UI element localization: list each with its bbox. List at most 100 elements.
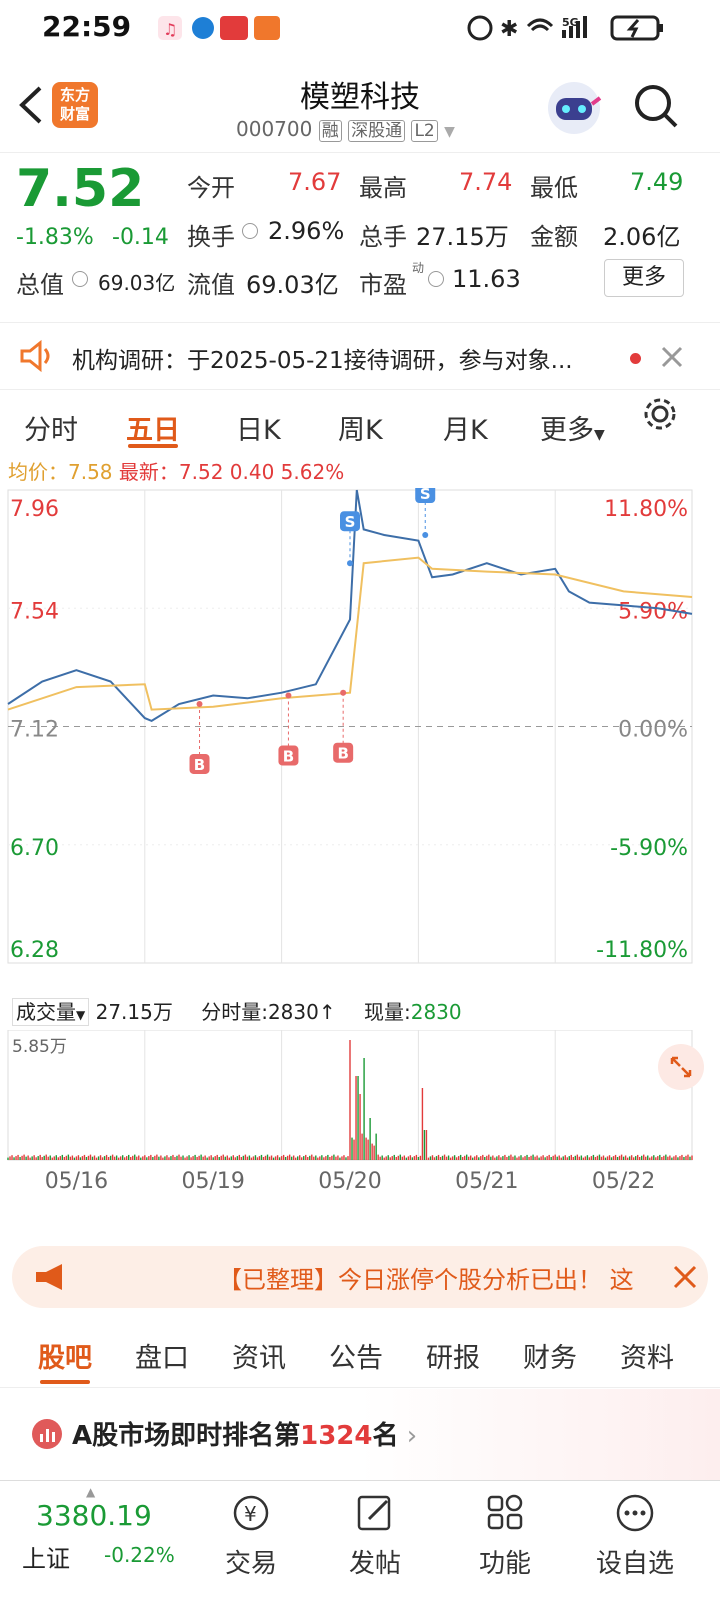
latest-change: 0.40 bbox=[229, 460, 275, 484]
index-change: -0.22% bbox=[104, 1543, 175, 1567]
tick-volume: 分时量:2830 bbox=[201, 1000, 319, 1024]
promo-banner[interactable]: 【已整理】今日涨停个股分析已出！ 这 bbox=[12, 1246, 708, 1308]
close-icon[interactable] bbox=[660, 345, 684, 369]
section-tabs: 股吧 盘口 资讯 公告 研报 财务 资料 bbox=[0, 1318, 720, 1388]
functions-button[interactable]: 功能 bbox=[450, 1491, 560, 1580]
trade-marker-label: S bbox=[345, 513, 356, 531]
trade-marker-dot bbox=[340, 689, 347, 696]
notification-icons: ♫ bbox=[158, 16, 280, 40]
low-value: 7.49 bbox=[630, 168, 684, 196]
current-price: 7.52 bbox=[16, 159, 145, 219]
x-date-label: 05/21 bbox=[455, 1169, 518, 1194]
y-right-tick: -11.80% bbox=[596, 938, 688, 963]
five-day-price-chart[interactable]: 7.96 11.80%7.54 5.90%7.12 0.00%6.70 -5.90%6.… bbox=[0, 488, 720, 988]
volume-max-label: 5.85万 bbox=[12, 1037, 67, 1057]
y-left-tick: 6.28 bbox=[10, 938, 59, 963]
open-value: 7.67 bbox=[288, 168, 342, 196]
info-icon[interactable] bbox=[242, 223, 258, 239]
volume-selector[interactable]: 成交量▼ bbox=[12, 998, 90, 1026]
tab-research[interactable]: 研报 bbox=[426, 1336, 480, 1375]
current-volume-label: 现量: bbox=[363, 1000, 411, 1024]
add-watchlist-button[interactable]: 设自选 bbox=[580, 1491, 690, 1580]
svg-text:¥: ¥ bbox=[244, 1502, 257, 1526]
x-date-label: 05/20 bbox=[318, 1169, 381, 1194]
tab-finance[interactable]: 财务 bbox=[523, 1336, 577, 1375]
connect-tag: 深股通 bbox=[348, 120, 406, 142]
amount-label: 金额 bbox=[530, 223, 578, 251]
y-right-tick: -5.90% bbox=[610, 836, 688, 861]
x-date-label: 05/19 bbox=[181, 1169, 244, 1194]
tab-five-day[interactable]: 五日 bbox=[126, 408, 180, 447]
index-name[interactable]: 上证 bbox=[22, 1539, 70, 1574]
edit-post-icon bbox=[357, 1495, 391, 1531]
volume-total: 27.15万 bbox=[95, 1000, 173, 1024]
trade-marker-dot bbox=[196, 700, 203, 707]
tab-profile[interactable]: 资料 bbox=[620, 1336, 674, 1375]
tab-intraday[interactable]: 分时 bbox=[24, 408, 78, 447]
svg-text:✱: ✱ bbox=[500, 17, 518, 42]
x-date-label: 05/22 bbox=[592, 1169, 655, 1194]
volume-label: 总手 bbox=[359, 223, 407, 251]
svg-text:♫: ♫ bbox=[163, 20, 177, 39]
current-volume: 2830 bbox=[410, 1000, 462, 1024]
pe-label: 市盈 bbox=[359, 271, 407, 299]
tab-monthly-k[interactable]: 月K bbox=[443, 408, 488, 447]
expand-button[interactable] bbox=[658, 1044, 704, 1090]
y-right-tick: 0.00% bbox=[618, 718, 688, 743]
ranking-number: 1324 bbox=[300, 1421, 373, 1451]
unread-dot bbox=[630, 353, 641, 364]
latest-value: 7.52 bbox=[178, 460, 224, 484]
status-time: 22:59 bbox=[42, 10, 132, 43]
y-left-tick: 7.12 bbox=[10, 718, 59, 743]
system-status-icons: ✱ 5G bbox=[467, 15, 663, 42]
ranking-row[interactable]: A股市场即时排名第1324名 › bbox=[0, 1389, 720, 1481]
y-left-tick: 7.54 bbox=[10, 599, 59, 624]
trade-marker-label: B bbox=[283, 748, 294, 766]
trade-marker-label: B bbox=[337, 745, 348, 763]
trade-icon: ¥ bbox=[233, 1495, 269, 1531]
bottom-bar: ▲ 3380.19 上证 -0.22% ¥ 交易 发帖 功能 设自选 bbox=[0, 1480, 720, 1612]
change-value: -0.14 bbox=[112, 225, 169, 250]
change-pct: -1.83% bbox=[16, 225, 94, 250]
volume-value: 27.15万 bbox=[416, 223, 509, 251]
search-icon[interactable] bbox=[632, 82, 680, 130]
avg-value: 7.58 bbox=[68, 460, 113, 484]
latest-pct: 5.62% bbox=[280, 460, 345, 484]
info-icon[interactable] bbox=[72, 271, 88, 287]
y-left-tick: 6.70 bbox=[10, 836, 59, 861]
more-button[interactable]: 更多 bbox=[604, 259, 684, 297]
stock-header: 东方 财富 模塑科技 000700 融 深股通 L2 ▼ bbox=[0, 58, 720, 153]
volume-chart: 5.85万 05/16 05/19 05/20 05/21 05/22 bbox=[7, 1030, 693, 1194]
trade-button[interactable]: ¥ 交易 bbox=[196, 1491, 306, 1580]
active-tab-underline bbox=[128, 444, 178, 448]
tab-order-book[interactable]: 盘口 bbox=[135, 1336, 189, 1375]
tab-announcements[interactable]: 公告 bbox=[329, 1336, 383, 1375]
trade-marker-dot bbox=[347, 560, 353, 567]
trade-marker-label: S bbox=[420, 488, 431, 503]
tab-daily-k[interactable]: 日K bbox=[236, 408, 281, 447]
float-value: 69.03亿 bbox=[246, 271, 339, 299]
pe-dynamic-mark: 动 bbox=[412, 261, 425, 275]
tab-news[interactable]: 资讯 bbox=[232, 1336, 286, 1375]
index-value[interactable]: 3380.19 bbox=[36, 1499, 152, 1532]
tab-weekly-k[interactable]: 周K bbox=[338, 408, 383, 447]
mktcap-label: 总值 bbox=[16, 271, 64, 299]
robot-assistant-icon[interactable] bbox=[546, 80, 602, 136]
grid-icon bbox=[487, 1494, 523, 1530]
chart-info-bar: 均价：7.58 最新：7.52 0.40 5.62% bbox=[8, 456, 344, 485]
speaker-icon bbox=[20, 339, 50, 373]
settings-gear-icon[interactable] bbox=[642, 396, 678, 432]
turnover-value: 2.96% bbox=[268, 217, 345, 245]
post-button[interactable]: 发帖 bbox=[320, 1491, 430, 1580]
quote-panel: 7.52 -1.83% -0.14 今开 7.67 最高 7.74 最低 7.4… bbox=[0, 153, 720, 323]
close-icon[interactable] bbox=[672, 1264, 698, 1290]
more-dots-icon bbox=[616, 1494, 654, 1532]
period-tabs: 分时 五日 日K 周K 月K 更多▼ bbox=[0, 392, 720, 458]
tab-more[interactable]: 更多▼ bbox=[540, 408, 605, 447]
research-banner[interactable]: 机构调研：于2025-05-21接待调研，参与对象... bbox=[0, 322, 720, 390]
ranking-text: A股市场即时排名第1324名 › bbox=[72, 1421, 418, 1451]
tab-forum[interactable]: 股吧 bbox=[38, 1336, 92, 1375]
stock-code-row[interactable]: 000700 融 深股通 L2 ▼ bbox=[236, 116, 455, 142]
info-icon[interactable] bbox=[428, 271, 444, 287]
mktcap-value: 69.03亿 bbox=[98, 271, 176, 295]
